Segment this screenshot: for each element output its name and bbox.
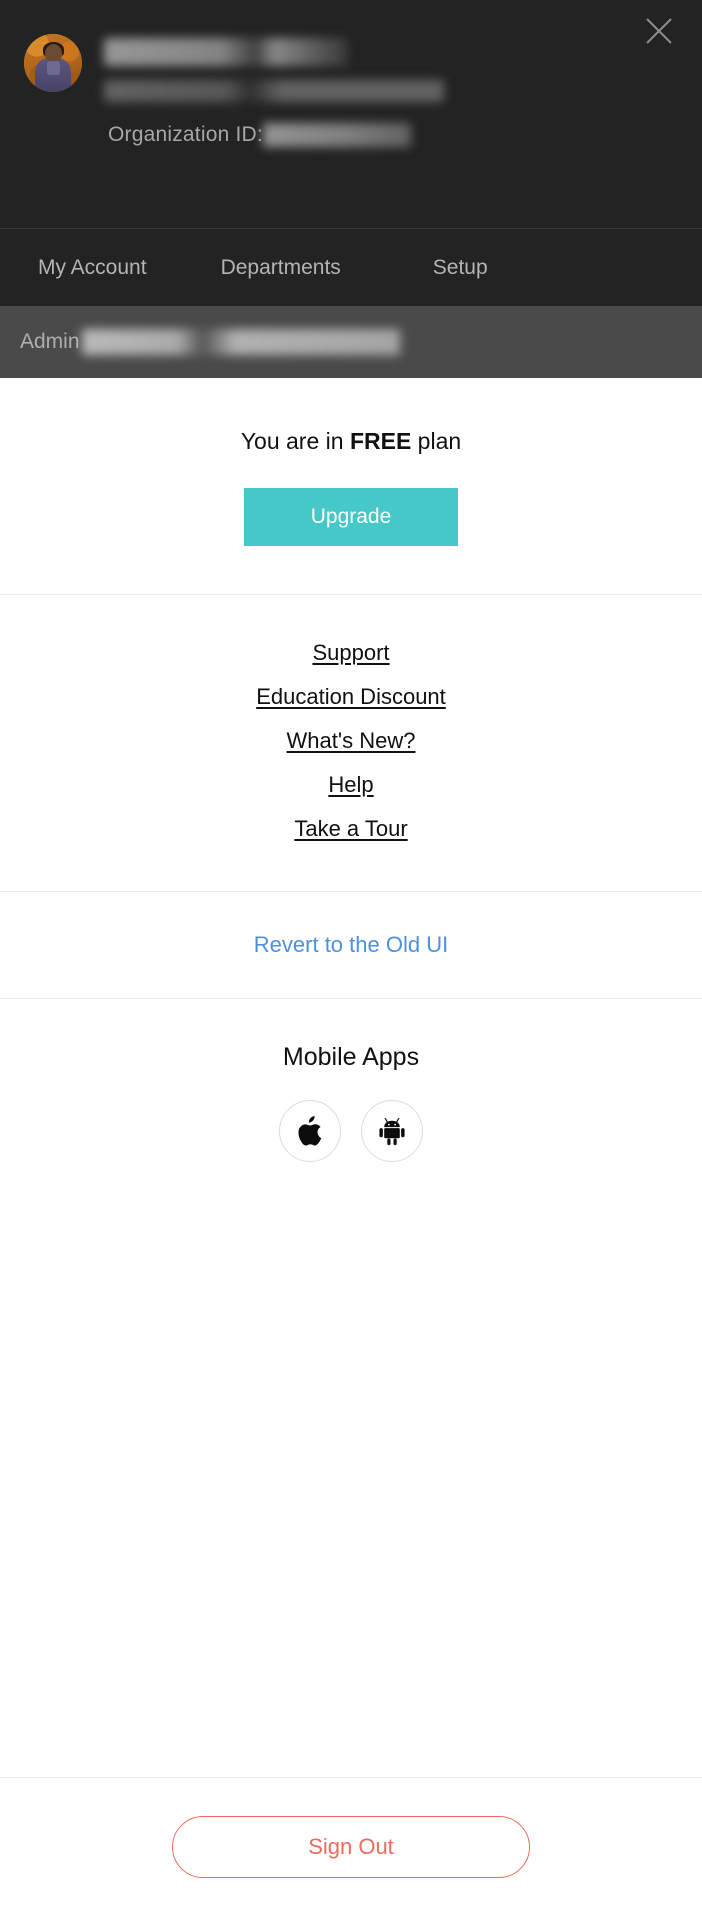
admin-label: Admin [20,330,80,353]
tab-setup[interactable]: Setup [433,256,488,280]
admin-value-redacted [81,329,400,355]
sign-out-button[interactable]: Sign Out [172,1816,530,1878]
revert-section: Revert to the Old UI [0,892,702,998]
account-header: Organization ID: [0,0,702,228]
link-whats-new[interactable]: What's New? [287,719,416,763]
revert-to-old-ui-link[interactable]: Revert to the Old UI [254,932,448,957]
upgrade-button[interactable]: Upgrade [244,488,458,546]
plan-prefix: You are in [240,428,350,454]
link-help[interactable]: Help [328,763,373,807]
tab-my-account[interactable]: My Account [38,256,147,280]
link-education-discount[interactable]: Education Discount [256,675,446,719]
app-store-button[interactable] [279,1100,341,1162]
avatar[interactable] [24,34,82,92]
admin-bar[interactable]: Admin [0,306,702,378]
account-tabs: My Account Departments Setup [0,228,702,306]
mobile-apps-section: Mobile Apps [0,999,702,1162]
mobile-apps-title: Mobile Apps [282,1043,420,1071]
organization-id-label: Organization ID: [108,123,263,146]
plan-name: FREE [349,428,412,454]
avatar-person-head [45,43,62,63]
account-menu-panel: Organization ID: My Account Departments … [0,0,702,1922]
user-identity-text [104,34,444,102]
android-icon [378,1116,406,1146]
link-take-a-tour[interactable]: Take a Tour [294,807,407,851]
store-buttons-row [0,1100,702,1162]
user-name-redacted [104,38,348,66]
tab-departments[interactable]: Departments [221,256,341,280]
account-footer: Sign Out [0,1777,702,1922]
account-menu-body: You are in FREE plan Upgrade Support Edu… [0,378,702,1777]
close-icon[interactable] [642,14,676,48]
user-email-redacted [104,80,444,102]
organization-id-row: Organization ID: [0,118,702,152]
play-store-button[interactable] [361,1100,423,1162]
avatar-person-scarf [47,61,60,76]
link-support[interactable]: Support [312,631,389,675]
plan-section: You are in FREE plan Upgrade [0,378,702,594]
plan-suffix: plan [411,428,462,454]
plan-status-text: You are in FREE plan [0,428,702,455]
user-identity [0,0,702,102]
organization-id-value-redacted [262,123,411,147]
apple-icon [297,1116,323,1146]
help-links-section: Support Education Discount What's New? H… [0,595,702,891]
